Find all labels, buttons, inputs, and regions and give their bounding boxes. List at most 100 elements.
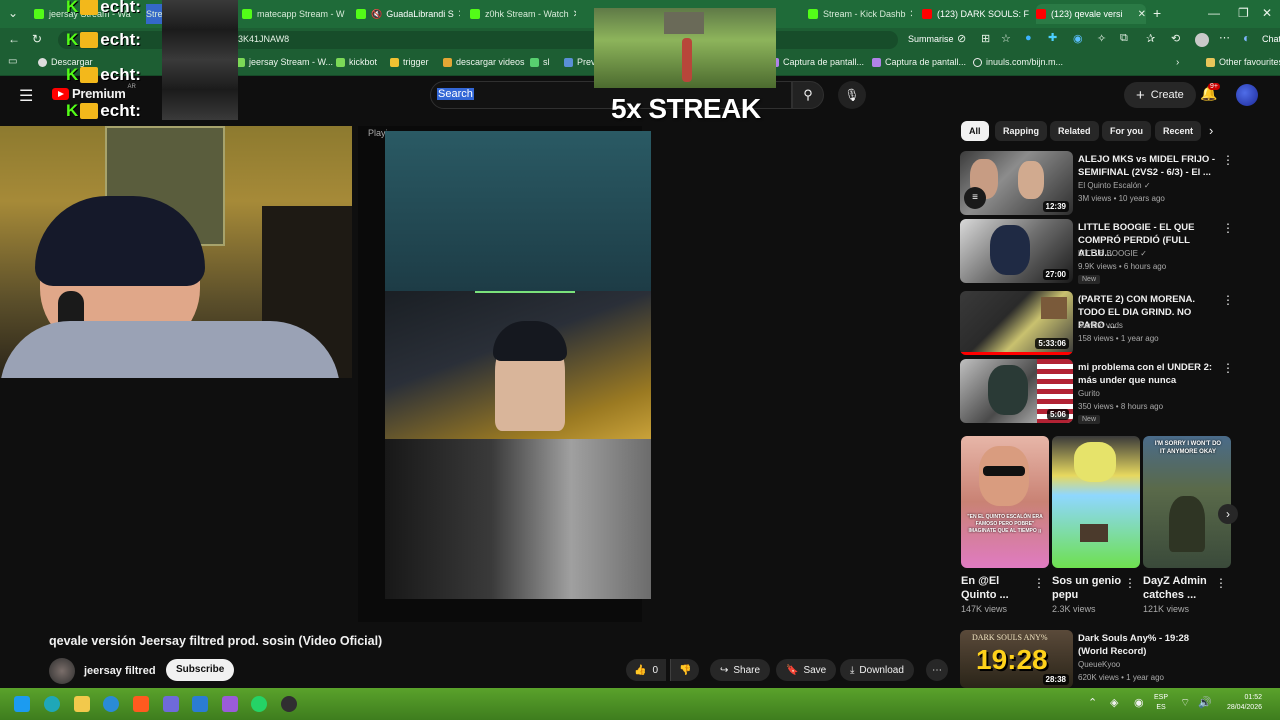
bookmark-star-icon[interactable]: ☆ bbox=[1001, 32, 1011, 45]
close-tab-icon[interactable]: ✕ bbox=[1029, 9, 1030, 20]
bookmark-sl[interactable]: sl bbox=[530, 57, 550, 67]
brave-icon[interactable] bbox=[133, 696, 149, 712]
close-tab-icon[interactable]: ✕ bbox=[906, 9, 912, 20]
file-explorer-icon[interactable] bbox=[74, 696, 90, 712]
youtube-premium-logo[interactable]: Premium AR bbox=[52, 84, 136, 101]
bookmark-trigger[interactable]: trigger bbox=[390, 57, 429, 67]
summarise-button[interactable]: Summarise bbox=[908, 34, 954, 44]
close-tab-icon[interactable]: ✕ bbox=[569, 9, 576, 20]
dislike-button[interactable]: 👎 bbox=[670, 659, 700, 681]
tray-overflow-icon[interactable]: ⌃ bbox=[1088, 696, 1097, 709]
chip-all[interactable]: All bbox=[961, 121, 989, 141]
rec-item-5[interactable]: DARK SOULS ANY% 19:28 28:38 Dark Souls A… bbox=[960, 630, 1232, 688]
rec-thumbnail[interactable]: 27:00 bbox=[960, 219, 1073, 283]
favorites-icon[interactable]: ✰ bbox=[1146, 32, 1155, 45]
close-tab-icon[interactable]: ✕ bbox=[454, 9, 460, 20]
rec-menu-dots-icon[interactable]: ⋮ bbox=[1222, 361, 1234, 375]
close-tab-icon[interactable]: ✕ bbox=[1134, 9, 1146, 20]
rec-thumbnail[interactable]: DARK SOULS ANY% 19:28 28:38 bbox=[960, 630, 1073, 688]
tab-matecapp[interactable]: matecapp Stream - W ✕ bbox=[242, 4, 346, 24]
store-icon[interactable] bbox=[163, 696, 179, 712]
bookmarks-overflow-icon[interactable]: › bbox=[1176, 57, 1179, 68]
extension-puzzle-icon[interactable]: ✚ bbox=[1048, 31, 1057, 44]
short-item-1[interactable]: "EN EL QUINTO ESCALÓN ERA FAMOSO PERO PO… bbox=[961, 436, 1049, 614]
tab-dark-souls[interactable]: (123) DARK SOULS: F ✕ bbox=[922, 4, 1030, 24]
rec-item-1[interactable]: ≡ 12:39 ALEJO MKS vs MIDEL FRIJO - SEMIF… bbox=[960, 151, 1234, 215]
create-button[interactable]: + Create bbox=[1124, 82, 1196, 108]
rec-channel[interactable]: LITTLE BOOGIE bbox=[1078, 249, 1138, 258]
save-button[interactable]: 🔖 Save bbox=[776, 659, 837, 681]
account-avatar[interactable] bbox=[1236, 84, 1258, 106]
bookmark-captura-1[interactable]: Captura de pantall... bbox=[770, 57, 864, 67]
rec-thumbnail[interactable]: 5:06 bbox=[960, 359, 1073, 423]
subscribe-button[interactable]: Subscribe bbox=[166, 659, 235, 681]
tab-kick-dashboard[interactable]: Stream - Kick Dashb ✕ bbox=[808, 4, 912, 24]
share-button[interactable]: ↪ Share bbox=[710, 659, 771, 681]
bookmark-descargar-videos[interactable]: descargar videos bbox=[443, 57, 525, 67]
short-menu-dots-icon[interactable]: ⋮ bbox=[1215, 576, 1227, 590]
pen-tool-icon[interactable] bbox=[222, 696, 238, 712]
edge-browser-icon[interactable] bbox=[44, 696, 60, 712]
download-button[interactable]: ⤓ Download bbox=[840, 659, 914, 681]
tab-guadalibrandi[interactable]: 🔇 GuadaLibrandi S ✕ bbox=[356, 4, 460, 24]
rec-channel[interactable]: QueueKyoo bbox=[1078, 660, 1120, 669]
bookmark-prev[interactable]: Prev bbox=[564, 57, 596, 67]
close-tab-icon[interactable]: ✕ bbox=[345, 9, 346, 20]
clock[interactable]: 01:52 28/04/2026 bbox=[1216, 693, 1262, 713]
shorts-next-chevron-icon[interactable]: › bbox=[1218, 504, 1238, 524]
muted-speaker-icon[interactable]: 🔇 bbox=[371, 9, 382, 20]
rec-menu-dots-icon[interactable]: ⋮ bbox=[1222, 293, 1234, 307]
rec-channel[interactable]: Gurito bbox=[1078, 389, 1100, 398]
extension-blue-icon[interactable]: ● bbox=[1025, 32, 1032, 44]
sidebar-toggle-icon[interactable]: ▭ bbox=[8, 56, 17, 67]
chip-rapping[interactable]: Rapping bbox=[995, 121, 1047, 141]
bookmark-captura-2[interactable]: Captura de pantall... bbox=[872, 57, 966, 67]
voice-search-mic-icon[interactable]: 🎙 bbox=[838, 81, 866, 109]
short-thumbnail[interactable] bbox=[1052, 436, 1140, 568]
tray-app-icon[interactable]: ◉ bbox=[1134, 696, 1144, 709]
short-item-3[interactable]: I'M SORRY I WON'T DO IT ANYMORE OKAY Day… bbox=[1143, 436, 1231, 614]
history-icon[interactable]: ⟲ bbox=[1171, 32, 1180, 45]
restore-window-icon[interactable]: ❐ bbox=[1238, 6, 1249, 20]
bookmark-inuuls[interactable]: inuuls.com/bijn.m... bbox=[973, 57, 1063, 67]
outlook-icon[interactable] bbox=[192, 696, 208, 712]
rec-menu-dots-icon[interactable]: ⋮ bbox=[1222, 221, 1234, 235]
minimize-window-icon[interactable]: — bbox=[1208, 6, 1220, 20]
rec-item-4[interactable]: 5:06 mi problema con el UNDER 2: más und… bbox=[960, 359, 1234, 427]
bookmark-jeersay[interactable]: jeersay Stream - W... bbox=[236, 57, 333, 67]
volume-icon[interactable]: 🔊 bbox=[1198, 696, 1212, 709]
reload-icon[interactable]: ↻ bbox=[32, 32, 42, 46]
copilot-icon[interactable]: ◐ bbox=[1243, 31, 1250, 45]
edge-alt-icon[interactable] bbox=[103, 696, 119, 712]
tab-qevale-active[interactable]: (123) qevale versi ✕ bbox=[1036, 4, 1146, 24]
rec-item-2[interactable]: 27:00 LITTLE BOOGIE - EL QUE COMPRÓ PERD… bbox=[960, 219, 1234, 287]
wifi-icon[interactable]: ⌔ bbox=[1180, 696, 1190, 710]
more-actions-button[interactable]: ⋯ bbox=[926, 659, 948, 681]
rec-thumbnail[interactable]: ≡ 12:39 bbox=[960, 151, 1073, 215]
chip-related[interactable]: Related bbox=[1050, 121, 1099, 141]
chips-next-chevron-icon[interactable]: › bbox=[1209, 123, 1213, 138]
split-screen-icon[interactable]: ⧉ bbox=[1120, 32, 1128, 45]
language-indicator[interactable]: ESP ES bbox=[1154, 693, 1168, 713]
channel-name[interactable]: jeersay filtred bbox=[84, 665, 156, 677]
rec-channel[interactable]: starsito vods bbox=[1078, 321, 1123, 330]
short-thumbnail[interactable]: "EN EL QUINTO ESCALÓN ERA FAMOSO PERO PO… bbox=[961, 436, 1049, 568]
profile-avatar[interactable] bbox=[1195, 33, 1209, 47]
chip-for-you[interactable]: For you bbox=[1102, 121, 1151, 141]
windows-start-icon[interactable] bbox=[14, 696, 30, 712]
short-menu-dots-icon[interactable]: ⋮ bbox=[1124, 576, 1136, 590]
short-thumbnail[interactable]: I'M SORRY I WON'T DO IT ANYMORE OKAY bbox=[1143, 436, 1231, 568]
close-window-icon[interactable]: ✕ bbox=[1262, 6, 1272, 20]
chat-button[interactable]: Chat bbox=[1262, 34, 1280, 44]
back-arrow-icon[interactable]: ← bbox=[8, 32, 20, 46]
new-tab-plus-icon[interactable]: + bbox=[1153, 5, 1161, 21]
like-button[interactable]: 👍 0 bbox=[626, 659, 667, 681]
chip-recent[interactable]: Recent bbox=[1155, 121, 1202, 141]
search-input[interactable]: Search bbox=[437, 88, 474, 100]
extension-dot-icon[interactable]: ◉ bbox=[1073, 32, 1083, 45]
extensions-icon[interactable]: ✧ bbox=[1097, 32, 1106, 45]
apps-grid-icon[interactable]: ⊞ bbox=[981, 32, 990, 45]
channel-avatar[interactable] bbox=[49, 658, 75, 684]
bookmark-kickbot[interactable]: kickbot bbox=[336, 57, 377, 67]
rec-menu-dots-icon[interactable]: ⋮ bbox=[1222, 153, 1234, 167]
